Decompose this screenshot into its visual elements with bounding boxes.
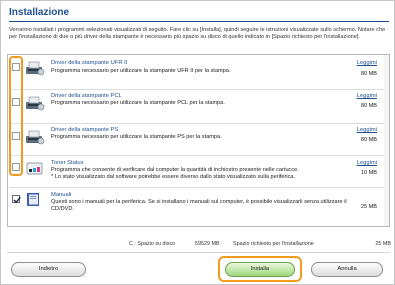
page-title: Installazione bbox=[9, 7, 70, 18]
readme-link[interactable]: Leggimi bbox=[357, 127, 377, 133]
readme-link[interactable]: Leggimi bbox=[357, 93, 377, 99]
component-list: Driver della stampante UFR II Programma … bbox=[7, 54, 390, 227]
disk-free-value: 59529 MB bbox=[195, 241, 220, 247]
printer-driver-icon bbox=[26, 61, 45, 76]
disk-label: C : Spazio su disco bbox=[129, 241, 176, 247]
item-title: Driver della stampante UFR II bbox=[51, 60, 128, 66]
list-item-manuals: Manuali Questi sono i manuali per la per… bbox=[8, 189, 389, 225]
item-size: 10 MB bbox=[360, 170, 377, 176]
list-scrollbar-track bbox=[384, 55, 389, 226]
item-title: Manuali bbox=[51, 192, 72, 198]
readme-link[interactable]: Leggimi bbox=[357, 60, 377, 66]
item-description: Questi sono i manuali per la periferica.… bbox=[51, 199, 347, 212]
item-title: Toner Status bbox=[51, 160, 84, 166]
item-title: Driver della stampante PCL bbox=[51, 93, 122, 99]
list-item-ps: Driver della stampante PS Programma nece… bbox=[8, 124, 389, 156]
printer-driver-icon bbox=[26, 130, 45, 145]
required-space-value: 25 MB bbox=[375, 241, 391, 247]
row-divider bbox=[10, 187, 386, 188]
list-item-toner-status: Toner Status Programma che consente di v… bbox=[8, 157, 389, 191]
required-space-label: Spazio richiesto per l'installazione bbox=[233, 241, 314, 247]
manual-book-icon bbox=[27, 193, 39, 206]
item-description: Programma necessario per utilizzare la s… bbox=[51, 134, 222, 140]
list-item-pcl: Driver della stampante PCL Programma nec… bbox=[8, 90, 389, 124]
footer-divider bbox=[7, 252, 390, 253]
toner-status-icon bbox=[26, 162, 43, 175]
install-button[interactable]: Installa bbox=[225, 262, 295, 277]
readme-link[interactable]: Leggimi bbox=[357, 160, 377, 166]
back-button[interactable]: Indietro bbox=[11, 262, 86, 277]
item-size: 25 MB bbox=[360, 204, 377, 210]
item-description: Programma che consente di verificare dal… bbox=[51, 167, 299, 180]
printer-driver-icon bbox=[26, 96, 45, 111]
installation-window: Installazione Verranno installati i prog… bbox=[0, 0, 395, 285]
intro-text: Verranno installati i programmi selezion… bbox=[9, 27, 386, 40]
item-size: 80 MB bbox=[360, 71, 377, 77]
item-description: Programma necessario per utilizzare la s… bbox=[51, 68, 231, 74]
item-title: Driver della stampante PS bbox=[51, 127, 119, 133]
checkbox-highlight-callout bbox=[9, 56, 23, 176]
item-size: 80 MB bbox=[360, 103, 377, 109]
item-description: Programma necessario per utilizzare la s… bbox=[51, 100, 225, 106]
item-size: 80 MB bbox=[360, 137, 377, 143]
list-item-ufr2: Driver della stampante UFR II Programma … bbox=[8, 57, 389, 91]
checkmark-icon bbox=[13, 196, 21, 204]
cancel-button[interactable]: Annulla bbox=[311, 262, 383, 277]
checkbox-manuals[interactable] bbox=[12, 195, 21, 204]
title-divider bbox=[9, 21, 389, 22]
row-divider bbox=[10, 155, 386, 156]
